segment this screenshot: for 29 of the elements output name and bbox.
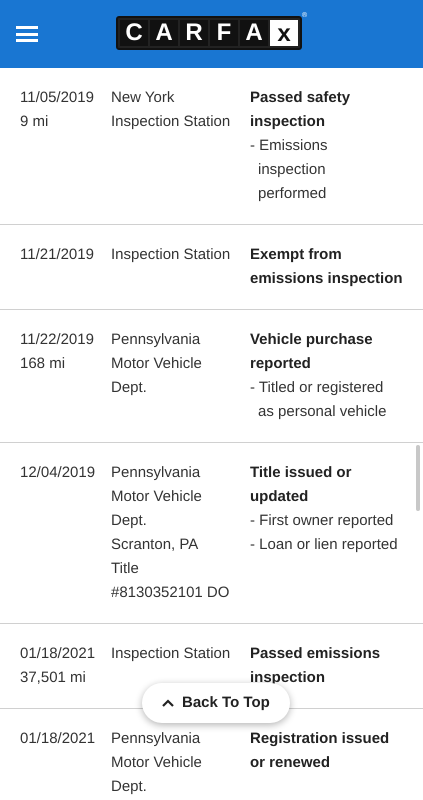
record-date: 11/21/2019 bbox=[20, 245, 95, 265]
logo: C A R F A x bbox=[116, 16, 302, 50]
record-date: 12/04/2019 bbox=[20, 463, 96, 483]
record-source: New York Inspection Station bbox=[111, 88, 232, 132]
record-event-title: Exempt from emissions inspection bbox=[250, 245, 404, 289]
record-date: 11/22/2019 bbox=[20, 330, 95, 350]
record-mileage: 37,501 mi bbox=[20, 668, 87, 688]
record-date: 01/18/2021 bbox=[20, 644, 96, 664]
menu-icon[interactable] bbox=[16, 26, 38, 42]
record-source: Inspection Station bbox=[111, 245, 232, 265]
record-event-title: Registration issued or renewed bbox=[250, 729, 390, 773]
record-mileage: 9 mi bbox=[20, 112, 50, 132]
scrollbar bbox=[416, 445, 420, 511]
record-event-detail: - Emissions inspection performed bbox=[250, 136, 329, 204]
record-date: 01/18/2021 bbox=[20, 729, 96, 749]
record-source: Pennsylvania Motor Vehicle Dept. bbox=[111, 330, 203, 398]
record-event-detail: - First owner reported bbox=[250, 511, 394, 531]
chevron-up-icon bbox=[162, 699, 174, 707]
record-source: Pennsylvania Motor Vehicle Dept. bbox=[111, 729, 203, 797]
back-to-top-button[interactable]: Back To Top bbox=[142, 683, 290, 723]
record-event-title: Passed safety inspection bbox=[250, 88, 352, 132]
record-mileage: 168 mi bbox=[20, 354, 66, 374]
record-source: Inspection Station bbox=[111, 644, 232, 664]
record-event-title: Vehicle purchase reported bbox=[250, 330, 374, 374]
record-event-title: Title issued or updated bbox=[250, 463, 352, 507]
record-event-detail: - Loan or lien reported bbox=[250, 535, 399, 555]
record-event-detail: - Titled or registered as personal vehicle bbox=[250, 378, 388, 422]
record-source: Pennsylvania Motor Vehicle Dept. Scranton, PA Title #8130352101 DO bbox=[111, 463, 230, 603]
record-date: 11/05/2019 bbox=[20, 88, 95, 108]
